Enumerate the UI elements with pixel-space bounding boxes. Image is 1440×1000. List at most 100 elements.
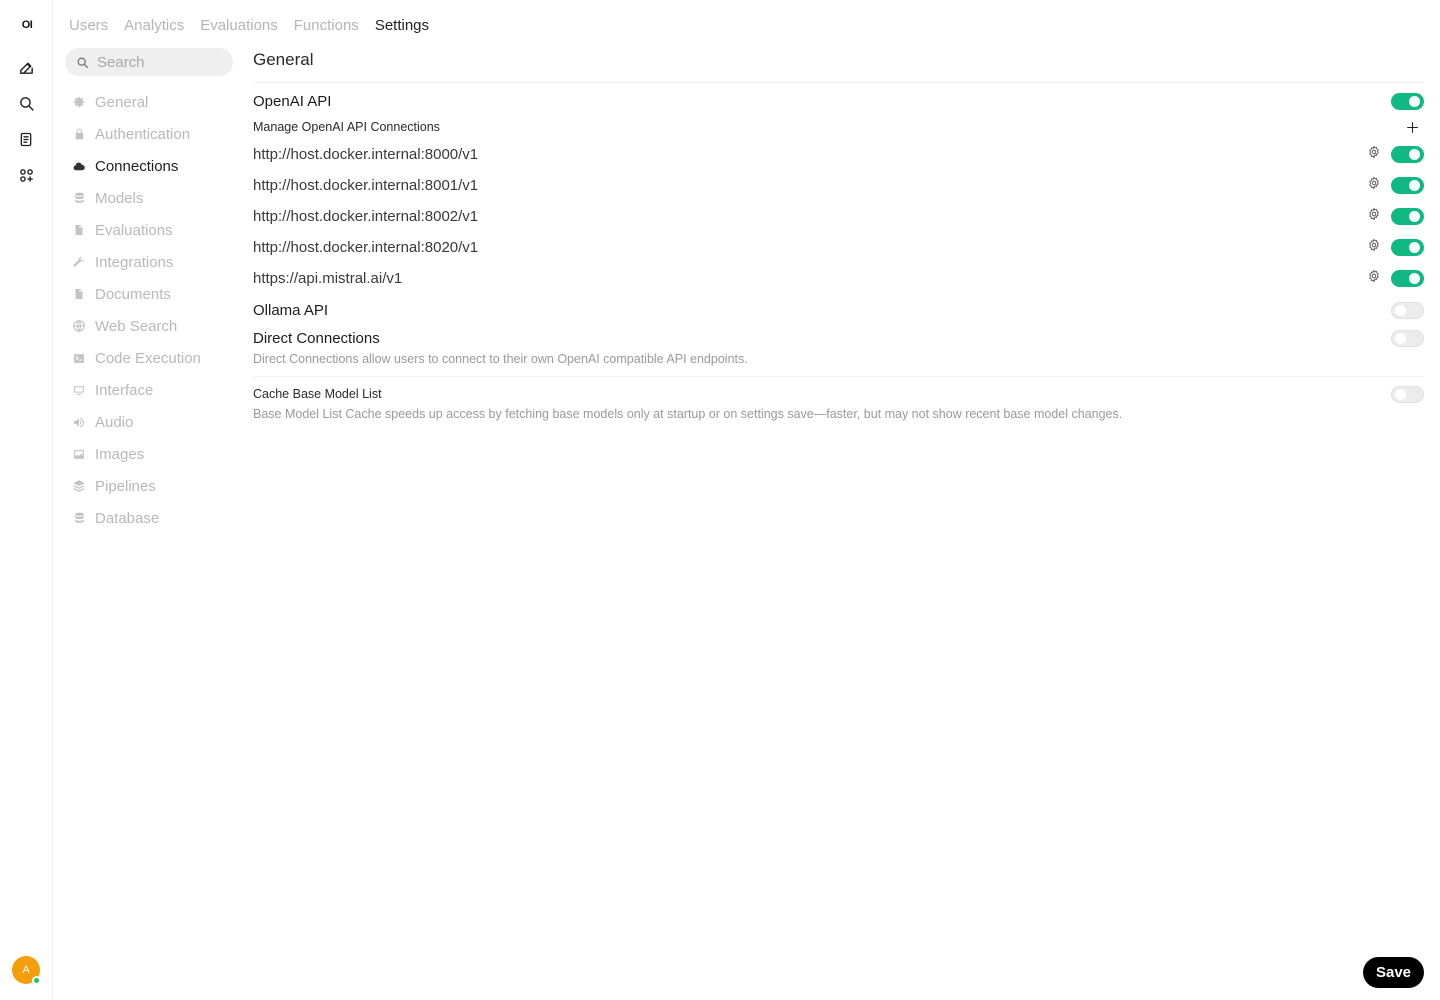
openai-api-toggle[interactable] (1391, 92, 1424, 110)
avatar[interactable]: A (12, 956, 41, 985)
cache-model-list-label: Cache Base Model List (253, 387, 382, 401)
gear-icon (1369, 238, 1379, 252)
direct-connections-toggle[interactable] (1391, 329, 1424, 347)
save-button[interactable]: Save (1363, 957, 1424, 988)
connection-settings-button[interactable] (1367, 269, 1381, 288)
connection-settings-button[interactable] (1367, 207, 1381, 226)
gear-icon (1369, 207, 1379, 221)
sidebar-item-images[interactable]: Images (72, 438, 232, 470)
connection-settings-button[interactable] (1367, 145, 1381, 164)
connection-toggle[interactable] (1391, 145, 1424, 163)
connection-row: http://host.docker.internal:8001/v1 (253, 175, 1424, 195)
document-icon (72, 223, 86, 237)
connection-row: http://host.docker.internal:8020/v1 (253, 237, 1424, 257)
connection-url: https://api.mistral.ai/v1 (253, 269, 403, 287)
cache-model-list-row: Cache Base Model List (253, 385, 1424, 403)
sidebar-item-general[interactable]: General (72, 86, 232, 118)
gear-icon (1369, 269, 1379, 283)
gear-icon (1369, 176, 1379, 190)
search-input[interactable] (97, 53, 217, 71)
sidebar-item-interface[interactable]: Interface (72, 374, 232, 406)
sidebar-item-label: Interface (95, 381, 154, 399)
edit-icon (19, 62, 33, 74)
left-rail: OI A (0, 0, 53, 1000)
sidebar-item-connections[interactable]: Connections (72, 150, 232, 182)
sidebar-item-documents[interactable]: Documents (72, 278, 232, 310)
cache-model-list-toggle[interactable] (1391, 385, 1424, 403)
database-icon (72, 191, 86, 205)
tab-analytics[interactable]: Analytics (124, 16, 184, 36)
wrench-icon (72, 255, 86, 269)
sidebar-item-label: Code Execution (95, 349, 201, 367)
search-button[interactable] (16, 93, 36, 113)
ollama-api-row: Ollama API (253, 300, 1424, 320)
database-icon (72, 511, 86, 525)
add-connection-button[interactable] (1405, 120, 1419, 134)
openai-api-row: OpenAI API (253, 91, 1424, 111)
connection-url: http://host.docker.internal:8000/v1 (253, 145, 479, 163)
sidebar-item-label: Integrations (95, 253, 174, 271)
notes-icon (20, 132, 32, 146)
sidebar-item-label: Connections (95, 157, 179, 175)
notes-button[interactable] (16, 129, 36, 149)
new-chat-button[interactable] (16, 57, 36, 77)
divider (253, 376, 1424, 377)
tab-evaluations[interactable]: Evaluations (200, 16, 278, 36)
sidebar-item-code-execution[interactable]: Code Execution (72, 342, 232, 374)
connection-toggle[interactable] (1391, 238, 1424, 256)
connection-toggle[interactable] (1391, 176, 1424, 194)
avatar-initial: A (22, 964, 30, 976)
connection-toggle[interactable] (1391, 269, 1424, 287)
speaker-icon (72, 415, 86, 429)
connection-url: http://host.docker.internal:8020/v1 (253, 238, 479, 256)
toggle-knob (1395, 332, 1406, 344)
ollama-api-toggle[interactable] (1391, 301, 1424, 319)
workspace-button[interactable] (16, 165, 36, 185)
toggle-knob (1409, 210, 1420, 222)
settings-nav: General Authentication Connections Model… (72, 86, 232, 534)
sidebar-item-evaluations[interactable]: Evaluations (72, 214, 232, 246)
gear-icon (1369, 145, 1379, 159)
section-title: General (253, 50, 314, 69)
sidebar-item-authentication[interactable]: Authentication (72, 118, 232, 150)
sidebar-item-label: Web Search (95, 317, 178, 335)
connection-url: http://host.docker.internal:8002/v1 (253, 207, 479, 225)
tab-functions[interactable]: Functions (294, 16, 359, 36)
lock-icon (72, 127, 86, 141)
sidebar-item-label: General (95, 93, 149, 111)
sidebar-item-pipelines[interactable]: Pipelines (72, 470, 232, 502)
sidebar-item-audio[interactable]: Audio (72, 406, 232, 438)
manage-connections-row: Manage OpenAI API Connections (253, 118, 1424, 136)
openai-api-label: OpenAI API (253, 92, 332, 110)
monitor-icon (72, 383, 86, 397)
sidebar-item-web-search[interactable]: Web Search (72, 310, 232, 342)
online-status-dot (32, 976, 41, 985)
admin-tabs: Users Analytics Evaluations Functions Se… (69, 16, 429, 36)
sidebar-item-label: Images (95, 445, 145, 463)
tab-settings[interactable]: Settings (375, 16, 429, 36)
sidebar-item-label: Models (95, 189, 144, 207)
sidebar-item-integrations[interactable]: Integrations (72, 246, 232, 278)
document-icon (72, 287, 86, 301)
terminal-icon (72, 351, 86, 365)
connection-row: http://host.docker.internal:8002/v1 (253, 206, 1424, 226)
sidebar-item-label: Evaluations (95, 221, 173, 239)
sidebar-item-label: Documents (95, 285, 171, 303)
cache-model-list-description: Base Model List Cache speeds up access b… (253, 407, 1123, 421)
search-icon (19, 96, 34, 111)
connection-toggle[interactable] (1391, 207, 1424, 225)
connection-settings-button[interactable] (1367, 238, 1381, 257)
connection-settings-button[interactable] (1367, 176, 1381, 195)
direct-connections-description: Direct Connections allow users to connec… (253, 352, 748, 366)
app-logo[interactable]: OI (18, 18, 36, 32)
toggle-knob (1395, 388, 1406, 400)
globe-icon (72, 319, 86, 333)
sidebar-item-database[interactable]: Database (72, 502, 232, 534)
sidebar-item-label: Authentication (95, 125, 191, 143)
sidebar-item-label: Pipelines (95, 477, 156, 495)
manage-connections-label: Manage OpenAI API Connections (253, 120, 440, 134)
search-icon (77, 57, 89, 68)
tab-users[interactable]: Users (69, 16, 108, 36)
settings-search (65, 48, 233, 76)
sidebar-item-models[interactable]: Models (72, 182, 232, 214)
